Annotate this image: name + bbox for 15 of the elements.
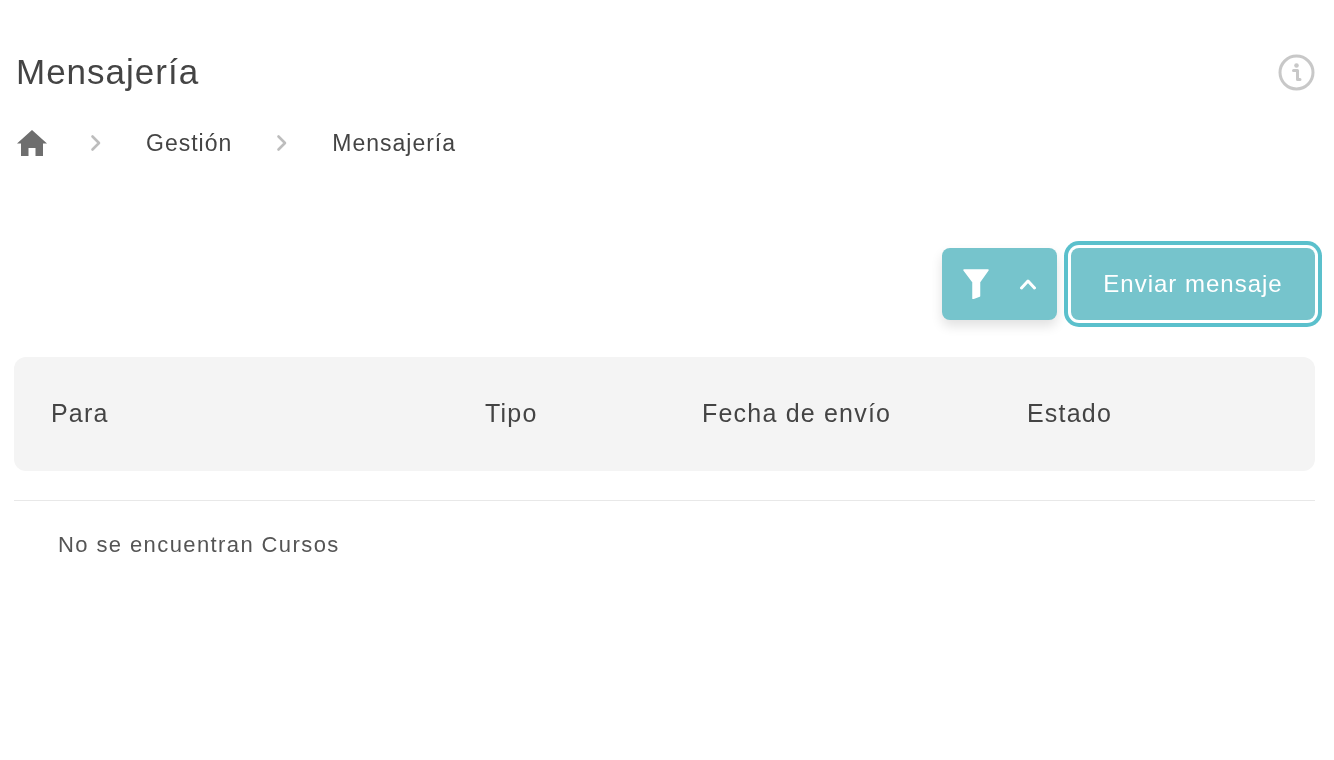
filter-icon	[962, 269, 989, 299]
chevron-right-icon	[90, 134, 102, 152]
chevron-right-icon	[276, 134, 289, 152]
empty-message: No se encuentran Cursos	[57, 531, 341, 559]
column-header: Fecha de envío	[702, 398, 893, 430]
breadcrumb-link[interactable]: Gestión	[146, 125, 233, 161]
page-title: Mensajería	[15, 52, 200, 92]
info-icon[interactable]	[1278, 53, 1315, 91]
column-header: Para	[51, 398, 110, 430]
filter-toggle-button[interactable]	[942, 248, 1057, 320]
chevron-up-icon	[1018, 278, 1037, 290]
home-icon[interactable]	[16, 129, 48, 157]
breadcrumb-current: Mensajería	[332, 128, 457, 158]
column-header: Tipo	[485, 398, 539, 430]
column-header: Estado	[1027, 398, 1114, 430]
